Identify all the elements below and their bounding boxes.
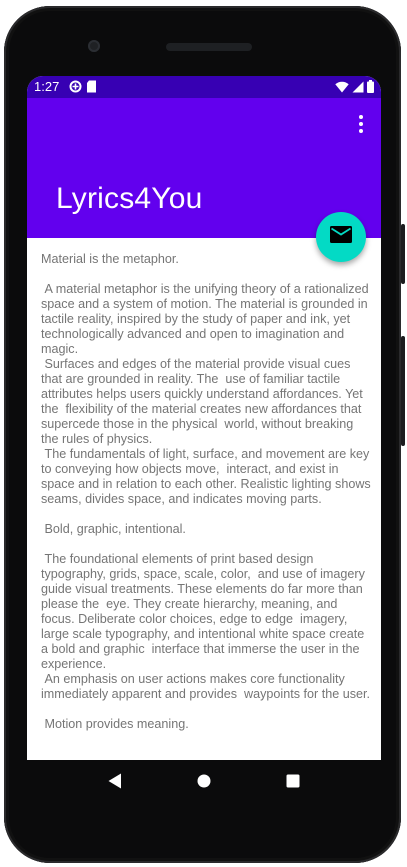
volume-button	[401, 336, 405, 446]
battery-icon	[367, 80, 374, 96]
recents-button[interactable]	[278, 768, 308, 798]
email-fab-button[interactable]	[316, 212, 366, 262]
status-left-icons	[69, 80, 97, 96]
navigation-bar	[27, 760, 381, 806]
more-vert-icon[interactable]	[353, 114, 369, 134]
front-camera	[88, 40, 100, 52]
status-right-icons	[335, 80, 374, 96]
status-time: 1:27	[34, 79, 60, 94]
cellular-signal-icon	[352, 81, 364, 96]
status-bar: 1:27	[27, 76, 381, 98]
email-icon	[330, 226, 352, 248]
app-title: Lyrics4You	[56, 182, 203, 215]
power-button	[401, 224, 405, 284]
screen: 1:27 Lyrics4You Material is the metaphor…	[27, 76, 381, 760]
home-icon	[197, 774, 211, 793]
sd-card-icon	[86, 80, 97, 96]
lyrics-text: Material is the metaphor. A material met…	[41, 252, 371, 731]
earpiece-speaker	[166, 43, 252, 51]
home-button[interactable]	[189, 768, 219, 798]
back-button[interactable]	[100, 768, 130, 798]
recents-icon	[286, 774, 300, 793]
data-saver-icon	[69, 80, 82, 96]
back-icon	[108, 773, 122, 794]
wifi-icon	[335, 81, 349, 96]
